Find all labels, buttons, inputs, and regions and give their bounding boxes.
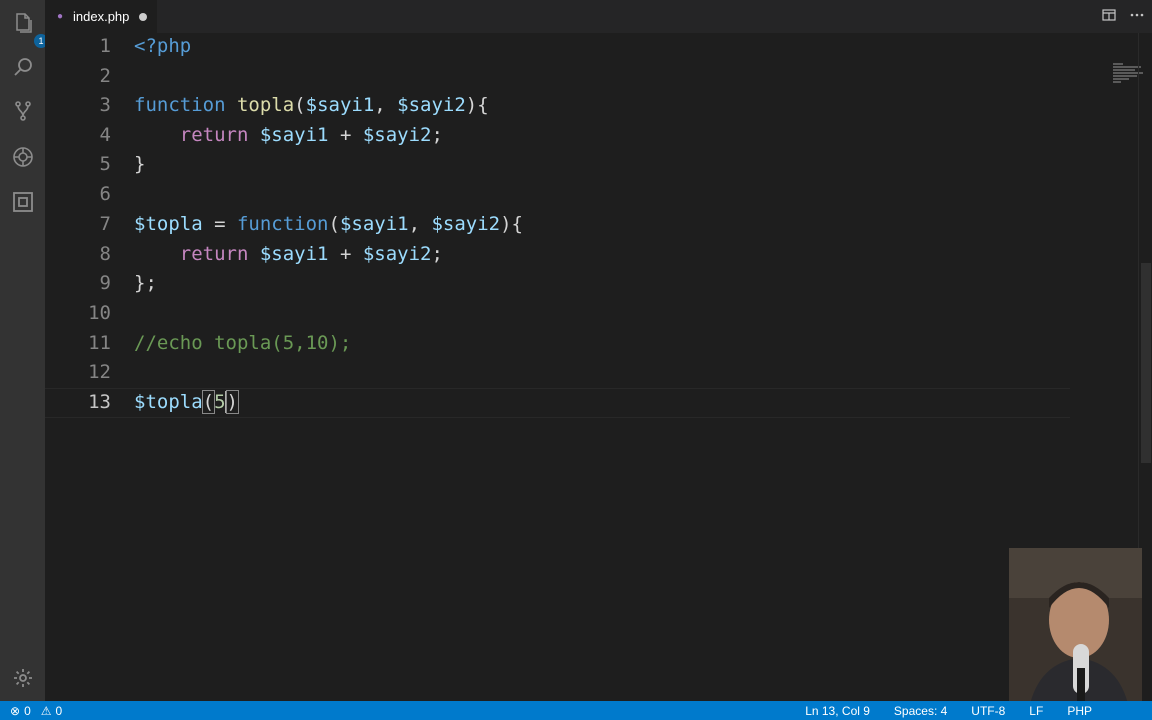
code-text: return $sayi1 + $sayi2; <box>179 124 443 146</box>
unsaved-dot-icon[interactable] <box>139 12 148 21</box>
tab-label: index.php <box>73 9 130 24</box>
editor-actions <box>1102 8 1144 22</box>
code-line: 5 } <box>45 149 1075 179</box>
extensions-icon[interactable] <box>10 189 36 215</box>
code-line: 8 return $sayi1 + $sayi2; <box>45 239 1075 269</box>
line-number: 6 <box>99 183 111 205</box>
code-line: 3 function topla($sayi1, $sayi2){ <box>45 90 1075 120</box>
code-text: return $sayi1 + $sayi2; <box>179 243 443 265</box>
code-line: 1 <?php <box>45 31 1075 61</box>
code-line: 6 <box>45 179 1075 209</box>
activity-bar: 1 <box>0 0 48 701</box>
code-line: 4 return $sayi1 + $sayi2; <box>45 120 1075 150</box>
line-number: 4 <box>99 124 111 146</box>
code-editor[interactable]: 1 <?php 2 3 function topla($sayi1, $sayi… <box>45 33 1152 701</box>
line-number: 13 <box>88 391 111 413</box>
code-text: <?php <box>134 35 192 57</box>
search-icon[interactable] <box>10 54 36 80</box>
code-text: } <box>134 153 146 175</box>
more-actions-icon[interactable] <box>1130 8 1144 22</box>
line-number: 10 <box>88 302 111 324</box>
line-number: 8 <box>99 243 111 265</box>
scroll-thumb[interactable] <box>1141 263 1151 463</box>
line-number: 3 <box>99 94 111 116</box>
warning-icon: ⚠ <box>40 703 52 718</box>
status-bar: ⊗ 0 ⚠ 0 Ln 13, Col 9 Spaces: 4 UTF-8 LF … <box>0 701 1152 720</box>
line-number: 9 <box>99 272 111 294</box>
problems-indicator[interactable]: ⊗ 0 ⚠ 0 <box>0 704 62 718</box>
code-line: 10 <box>45 298 1075 328</box>
code-line: 13 $topla(5) <box>45 387 1075 417</box>
code-text: function topla($sayi1, $sayi2){ <box>134 94 489 116</box>
cursor-position[interactable]: Ln 13, Col 9 <box>805 704 870 718</box>
php-file-icon: ● <box>57 10 64 22</box>
line-number: 2 <box>99 65 111 87</box>
code-line: 2 <box>45 61 1075 91</box>
split-editor-icon[interactable] <box>1102 8 1116 22</box>
warning-count: 0 <box>55 703 63 718</box>
webcam-overlay <box>1009 548 1142 708</box>
code-text: $topla = function($sayi1, $sayi2){ <box>134 213 523 235</box>
line-ending[interactable]: LF <box>1029 704 1043 718</box>
line-number: 1 <box>99 35 111 57</box>
code-text: $topla(5) <box>134 389 240 414</box>
indentation[interactable]: Spaces: 4 <box>894 704 947 718</box>
source-control-icon[interactable] <box>10 98 36 124</box>
error-count: 0 <box>24 703 31 718</box>
code-line: 11 //echo topla(5,10); <box>45 328 1075 358</box>
code-line: 7 $topla = function($sayi1, $sayi2){ <box>45 209 1075 239</box>
tab-index-php[interactable]: ● index.php <box>45 0 157 33</box>
language-mode[interactable]: PHP <box>1067 704 1092 718</box>
debug-icon[interactable] <box>10 144 36 170</box>
explorer-icon[interactable]: 1 <box>10 10 48 48</box>
code-text: }; <box>134 272 157 294</box>
tab-bar: ● index.php <box>45 0 1152 33</box>
line-number: 7 <box>99 213 111 235</box>
line-number: 11 <box>88 332 111 354</box>
code-line: 12 <box>45 357 1075 387</box>
error-icon: ⊗ <box>10 703 21 718</box>
settings-gear-icon[interactable] <box>10 665 36 691</box>
encoding[interactable]: UTF-8 <box>971 704 1005 718</box>
code-line: 9 }; <box>45 268 1075 298</box>
line-number: 12 <box>88 361 111 383</box>
code-text: //echo topla(5,10); <box>134 332 352 354</box>
line-number: 5 <box>99 153 111 175</box>
